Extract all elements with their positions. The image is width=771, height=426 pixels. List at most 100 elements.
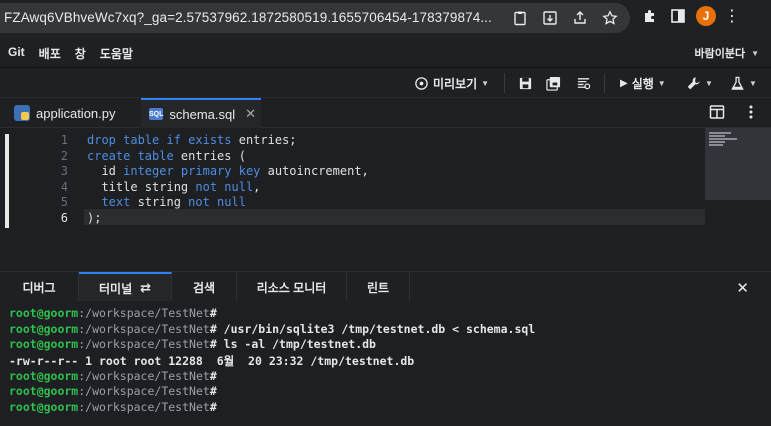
code-text: id integer primary key autoincrement, <box>87 164 369 178</box>
close-icon[interactable]: ✕ <box>245 106 256 122</box>
editor-tabs: application.py SQL schema.sql ✕ <box>0 98 771 128</box>
save-icon <box>519 77 532 89</box>
extensions-puzzle-icon[interactable] <box>640 6 660 26</box>
prompt-user: root@goorm <box>9 337 79 352</box>
prompt-path: :/workspace/TestNet <box>78 337 210 352</box>
prompt-user: root@goorm <box>9 306 79 320</box>
line-number: 2 <box>60 148 68 163</box>
terminal-line: root@goorm:/workspace/TestNet# <box>9 369 771 385</box>
code-line: 1 drop table if exists entries; <box>40 133 369 149</box>
user-name: 바람이분다 <box>694 48 746 60</box>
bookmark-star-icon[interactable] <box>600 8 620 28</box>
toolbar: 미리보기 ▼ ▶ 실행 ▼ ▼ ▼ <box>0 68 771 98</box>
tab-debug[interactable]: 디버그 <box>0 272 79 302</box>
chevron-down-icon: ▼ <box>705 78 713 88</box>
install-icon[interactable] <box>540 8 560 28</box>
chevron-down-icon: ▼ <box>751 48 759 58</box>
prompt-path: :/workspace/TestNet <box>78 306 210 320</box>
terminal-line: root@goorm:/workspace/TestNet# /usr/bin/… <box>9 322 771 338</box>
run-label: 실행 <box>631 76 654 91</box>
menu-deploy[interactable]: 배포 <box>39 45 61 62</box>
menu-help[interactable]: 도움말 <box>100 45 133 62</box>
browser-chrome: FZAwq6VBhveWc7xq?_ga=2.57537962.18725805… <box>0 0 771 36</box>
prompt-symbol: # /usr/bin/sqlite3 /tmp/testnet.db < sch… <box>209 321 536 336</box>
run-button[interactable]: ▶ 실행 ▼ <box>620 73 666 93</box>
prompt-symbol: # <box>209 368 217 383</box>
minimap-line <box>709 141 725 143</box>
build-tools-button[interactable]: ▼ <box>686 73 713 93</box>
code-text: drop table if exists entries; <box>87 133 297 147</box>
code-line: 5 text string not null <box>40 195 369 211</box>
minimap-line <box>709 144 723 146</box>
code-line: 2 create table entries ( <box>40 149 369 165</box>
prompt-path: :/workspace/TestNet <box>78 400 210 415</box>
terminal-line: -rw-r--r-- 1 root root 12288 6월 20 23:32… <box>9 353 771 369</box>
user-menu[interactable]: 바람이분다 ▼ <box>694 45 759 61</box>
menu-window[interactable]: 창 <box>75 45 86 62</box>
share-icon[interactable] <box>570 8 590 28</box>
code-text: text string not null <box>87 195 246 209</box>
refresh-icon[interactable]: ⇄ <box>140 280 151 296</box>
git-change-marker <box>5 134 9 228</box>
tab-terminal-label: 터미널 <box>98 281 133 296</box>
toolbar-divider <box>604 73 605 93</box>
tab-schema-sql[interactable]: SQL schema.sql ✕ <box>141 98 261 128</box>
clipboard-icon[interactable] <box>510 8 530 28</box>
terminal-line: root@goorm:/workspace/TestNet# <box>9 306 771 322</box>
format-lines-icon <box>577 77 591 89</box>
address-bar[interactable]: FZAwq6VBhveWc7xq?_ga=2.57537962.18725805… <box>0 3 630 33</box>
code-editor[interactable]: 1 drop table if exists entries; 2 create t… <box>0 128 771 271</box>
toolbar-divider <box>504 73 505 93</box>
terminal-output: -rw-r--r-- 1 root root 12288 6월 20 23:32… <box>9 354 415 369</box>
minimap-line <box>709 132 731 134</box>
line-number: 5 <box>60 195 68 209</box>
prompt-symbol: # <box>209 400 217 415</box>
tab-lint[interactable]: 린트 <box>347 272 410 302</box>
save-all-icon <box>546 76 561 91</box>
menu-bar: Git 배포 창 도움말 바람이분다 ▼ <box>0 36 771 68</box>
prompt-path: :/workspace/TestNet <box>78 321 210 336</box>
prompt-user: root@goorm <box>9 384 79 399</box>
prompt-symbol: # ls -al /tmp/testnet.db <box>209 337 376 352</box>
close-panel-icon[interactable]: ✕ <box>736 279 749 297</box>
preview-eye-icon <box>415 76 428 90</box>
side-panel-icon[interactable] <box>668 6 688 26</box>
play-icon: ▶ <box>620 77 628 89</box>
browser-menu-icon[interactable]: ⋮ <box>724 6 740 26</box>
preview-button[interactable]: 미리보기 ▼ <box>414 73 489 93</box>
minimap-line <box>709 135 725 137</box>
prompt-path: :/workspace/TestNet <box>78 368 210 383</box>
line-number: 3 <box>60 164 68 178</box>
format-button[interactable] <box>576 73 591 93</box>
prompt-symbol: # <box>209 384 217 399</box>
code-text: title string not null, <box>87 179 261 194</box>
tab-label: application.py <box>36 105 116 121</box>
code-text: ); <box>87 210 102 225</box>
chevron-down-icon: ▼ <box>657 78 666 88</box>
tab-search[interactable]: 검색 <box>172 272 237 302</box>
more-options-icon[interactable] <box>743 104 759 120</box>
save-all-button[interactable] <box>546 73 561 93</box>
bottom-panel-tabs: 디버그 터미널 ⇄ 검색 리소스 모니터 린트 ✕ <box>0 271 771 302</box>
prompt-symbol: # <box>209 306 217 320</box>
terminal-line: root@goorm:/workspace/TestNet# ls -al /t… <box>9 337 771 353</box>
code-text: create table entries ( <box>87 148 246 163</box>
tab-resource-monitor[interactable]: 리소스 모니터 <box>237 272 347 302</box>
tab-application-py[interactable]: application.py <box>6 98 124 128</box>
terminal-line: root@goorm:/workspace/TestNet# <box>9 400 771 416</box>
test-button[interactable]: ▼ <box>730 73 757 93</box>
prompt-user: root@goorm <box>9 321 79 336</box>
tab-terminal[interactable]: 터미널 ⇄ <box>79 272 172 302</box>
save-button[interactable] <box>518 73 533 93</box>
chevron-down-icon: ▼ <box>749 78 757 88</box>
menu-git[interactable]: Git <box>8 45 25 62</box>
split-editor-icon[interactable] <box>709 104 725 120</box>
flask-icon <box>731 76 744 90</box>
profile-avatar[interactable]: J <box>696 6 716 26</box>
minimap[interactable] <box>705 128 771 200</box>
prompt-user: root@goorm <box>9 400 79 415</box>
wrench-icon <box>687 76 700 89</box>
url-text[interactable]: FZAwq6VBhveWc7xq?_ga=2.57537962.18725805… <box>4 10 492 25</box>
prompt-path: :/workspace/TestNet <box>78 384 210 399</box>
terminal[interactable]: root@goorm:/workspace/TestNet# root@goorm… <box>0 301 771 426</box>
